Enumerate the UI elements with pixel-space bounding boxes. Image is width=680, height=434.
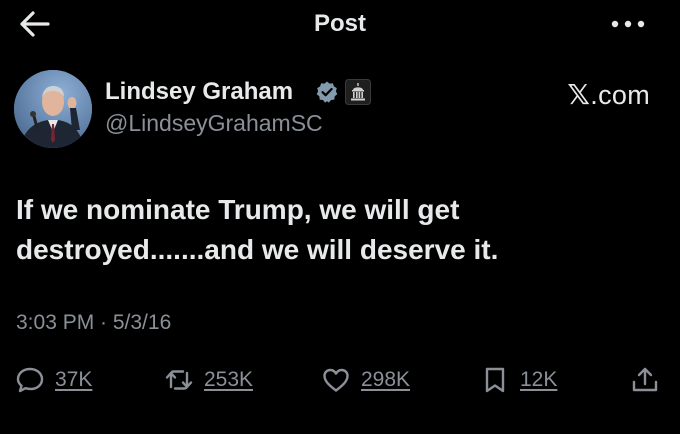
source-domain: 𝕏.com [567, 78, 650, 111]
bookmark-count: 12K [520, 368, 558, 391]
avatar[interactable] [14, 70, 92, 148]
x-logo: 𝕏 [567, 79, 591, 110]
share-icon [632, 367, 658, 392]
like-count: 298K [361, 368, 411, 391]
page-title: Post [313, 10, 366, 37]
author-handle[interactable]: @LindseyGrahamSC [105, 110, 323, 137]
post-header: Post [0, 0, 680, 52]
repost-button[interactable]: 253K [164, 360, 253, 400]
heart-icon [323, 368, 349, 392]
action-bar: 37K 253K 298K 12K [0, 360, 680, 400]
source-domain-suffix: .com [590, 80, 650, 110]
post-timestamp[interactable]: 3:03 PM · 5/3/16 [16, 311, 171, 335]
like-button[interactable]: 298K [321, 360, 410, 400]
more-options-button[interactable] [610, 16, 646, 32]
repost-icon [165, 370, 193, 390]
profile-photo [14, 70, 92, 148]
bookmark-icon [485, 367, 505, 393]
tweet-text: If we nominate Trump, we will get destro… [16, 194, 499, 265]
reply-count: 37K [55, 368, 93, 391]
repost-count: 253K [204, 368, 254, 391]
bookmark-button[interactable]: 12K [480, 360, 557, 400]
verified-badge-icon [316, 81, 338, 103]
post-screen: Post Lindsey Graham @LindseyGrahamSC 𝕏.c… [0, 0, 680, 434]
government-building-icon [345, 79, 371, 105]
share-button[interactable] [630, 360, 660, 400]
author-name[interactable]: Lindsey Graham [105, 78, 293, 106]
more-horizontal-icon [611, 20, 645, 28]
reply-icon [16, 367, 44, 393]
reply-button[interactable]: 37K [15, 360, 92, 400]
